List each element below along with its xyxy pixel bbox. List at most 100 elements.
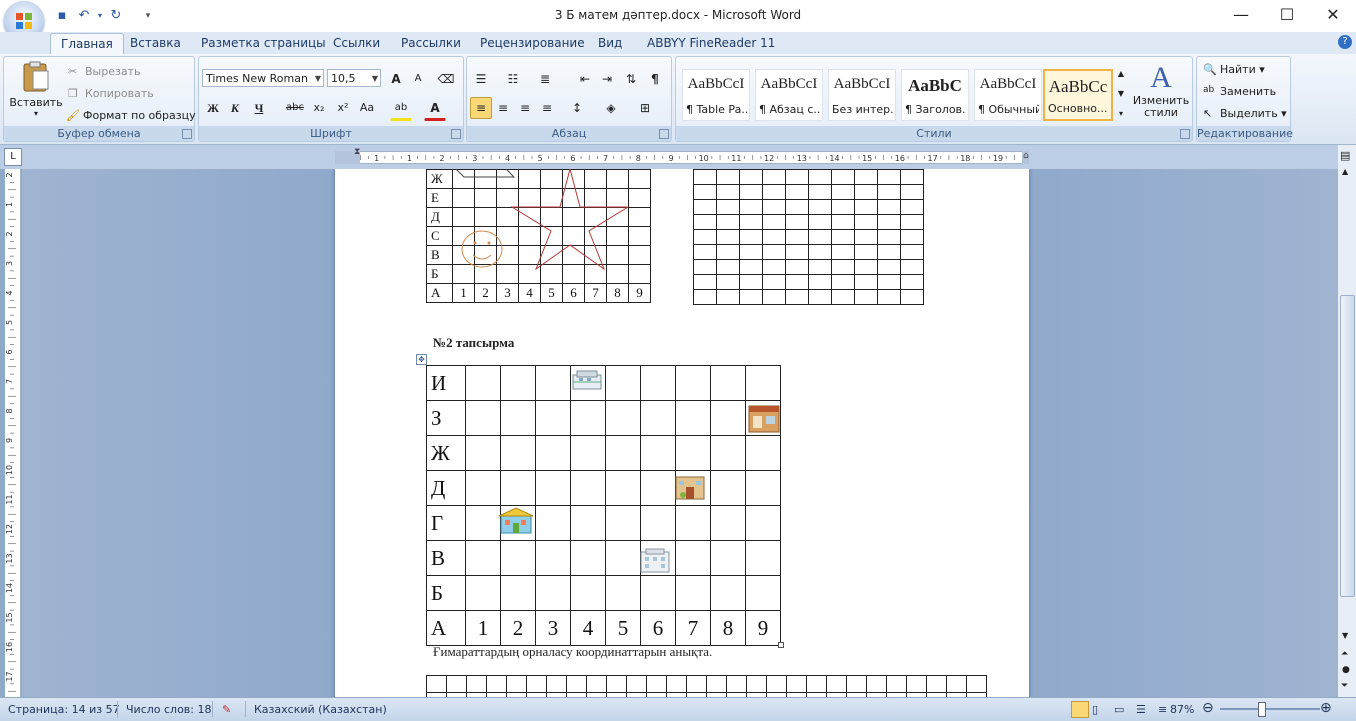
table-cell[interactable] <box>762 229 786 245</box>
previous-page-icon[interactable]: ⏶ <box>1341 649 1348 659</box>
table-cell[interactable]: 6 <box>640 610 676 646</box>
table-cell[interactable] <box>606 675 627 693</box>
table-cell[interactable] <box>745 470 781 506</box>
table-cell[interactable] <box>675 575 711 611</box>
tab-abbyy[interactable]: ABBYY FineReader 11 <box>637 35 785 53</box>
table-cell[interactable] <box>808 199 832 215</box>
table-cell[interactable] <box>500 470 536 506</box>
tab-insert[interactable]: Вставка <box>120 35 191 53</box>
table-cell[interactable] <box>854 214 878 230</box>
underline-button[interactable]: Ч <box>248 97 270 119</box>
table-cell[interactable] <box>693 229 717 245</box>
align-left-icon[interactable]: ≡ <box>470 97 492 119</box>
table-cell[interactable] <box>900 214 924 230</box>
table-cell[interactable] <box>785 244 809 260</box>
table-cell[interactable] <box>826 675 847 693</box>
table-coordinates-2[interactable]: ИЗЖДГВБА123456789 <box>426 365 781 646</box>
table-cell[interactable]: 8 <box>710 610 746 646</box>
table-cell[interactable] <box>762 244 786 260</box>
table-cell[interactable] <box>693 244 717 260</box>
line-spacing-icon[interactable]: ↕ <box>566 97 588 119</box>
table-cell[interactable] <box>605 435 641 471</box>
table-cell[interactable] <box>831 169 855 185</box>
table-cell[interactable] <box>675 400 711 436</box>
table-cell[interactable] <box>762 274 786 290</box>
table-cell[interactable] <box>465 470 501 506</box>
tab-review[interactable]: Рецензирование <box>470 35 595 53</box>
style-list-paragraph[interactable]: AaBbCcI ¶ Абзац с... <box>755 69 823 121</box>
tab-page-layout[interactable]: Разметка страницы <box>191 35 336 53</box>
shrink-font-button[interactable]: A <box>407 68 429 90</box>
table-cell[interactable] <box>726 675 747 693</box>
bold-button[interactable]: Ж <box>202 97 224 119</box>
proofing-icon[interactable]: ✎ <box>222 703 231 716</box>
save-icon[interactable]: ▪ <box>54 8 70 24</box>
tab-home[interactable]: Главная <box>50 33 124 55</box>
table-cell[interactable] <box>686 675 707 693</box>
table-cell[interactable] <box>586 675 607 693</box>
change-styles-button[interactable]: A Изменить стили <box>1132 61 1190 119</box>
table-cell[interactable]: 3 <box>535 610 571 646</box>
table-cell[interactable] <box>966 675 987 693</box>
table-cell[interactable] <box>808 289 832 305</box>
word-count[interactable]: Число слов: 18 <box>126 703 212 716</box>
table-cell[interactable] <box>640 400 676 436</box>
table-cell[interactable] <box>785 259 809 275</box>
table-cell[interactable]: 1 <box>465 610 501 646</box>
cut-button[interactable]: ✂ Вырезать <box>68 65 140 79</box>
browse-object-icon[interactable]: ● <box>1342 665 1350 675</box>
style-heading[interactable]: AaBbC ¶ Заголов... <box>901 69 969 121</box>
table-cell[interactable] <box>808 229 832 245</box>
zoom-slider[interactable] <box>1220 708 1320 710</box>
table-cell[interactable] <box>446 675 467 693</box>
table-cell[interactable] <box>693 274 717 290</box>
table-cell[interactable] <box>831 289 855 305</box>
close-button[interactable]: ✕ <box>1310 0 1356 30</box>
table-cell[interactable] <box>605 540 641 576</box>
table-cell[interactable] <box>762 214 786 230</box>
table-cell[interactable] <box>808 244 832 260</box>
table-cell[interactable] <box>465 365 501 401</box>
table-cell[interactable] <box>716 259 740 275</box>
table-cell[interactable] <box>570 470 606 506</box>
table-cell[interactable] <box>745 575 781 611</box>
styles-more-icon[interactable]: ▾ <box>1114 105 1128 123</box>
table-cell[interactable] <box>739 214 763 230</box>
table-cell[interactable] <box>716 214 740 230</box>
table-cell[interactable] <box>762 289 786 305</box>
ruler-toggle-icon[interactable]: ▤ <box>1340 149 1350 162</box>
format-painter-button[interactable]: 🖌 Формат по образцу <box>66 109 196 123</box>
table-cell[interactable]: 2 <box>500 610 536 646</box>
table-cell[interactable] <box>785 199 809 215</box>
table-cell[interactable] <box>640 470 676 506</box>
empty-grid-2[interactable] <box>426 675 987 697</box>
document-area[interactable]: ЖЕДСВБА123456789 №2 тапсырма ✥ ИЗЖДГВБА1… <box>22 169 1338 697</box>
bullets-icon[interactable]: ☰ <box>470 68 492 90</box>
table-cell[interactable] <box>605 470 641 506</box>
table-cell[interactable] <box>465 400 501 436</box>
paragraph-launcher-icon[interactable] <box>659 129 669 139</box>
table-cell[interactable] <box>535 400 571 436</box>
table-cell[interactable]: И <box>426 365 466 401</box>
table-cell[interactable]: Б <box>426 575 466 611</box>
table-cell[interactable] <box>486 675 507 693</box>
numbering-icon[interactable]: ☷ <box>502 68 524 90</box>
table-cell[interactable] <box>465 575 501 611</box>
table-cell[interactable] <box>866 675 887 693</box>
table-cell[interactable] <box>846 675 867 693</box>
scroll-down-icon[interactable]: ▼ <box>1342 631 1348 640</box>
table-cell[interactable] <box>785 229 809 245</box>
table-cell[interactable] <box>854 259 878 275</box>
indent-marker-icon[interactable]: ⧗ <box>354 147 360 157</box>
subscript-button[interactable]: x₂ <box>308 97 330 119</box>
table-cell[interactable] <box>877 244 901 260</box>
table-cell[interactable] <box>877 229 901 245</box>
table-cell[interactable] <box>808 169 832 185</box>
help-icon[interactable]: ? <box>1338 35 1352 49</box>
empty-grid-1[interactable] <box>693 169 924 305</box>
table-cell[interactable] <box>746 675 767 693</box>
table-cell[interactable] <box>693 259 717 275</box>
table-cell[interactable] <box>785 289 809 305</box>
table-cell[interactable] <box>762 259 786 275</box>
table-cell[interactable] <box>605 365 641 401</box>
